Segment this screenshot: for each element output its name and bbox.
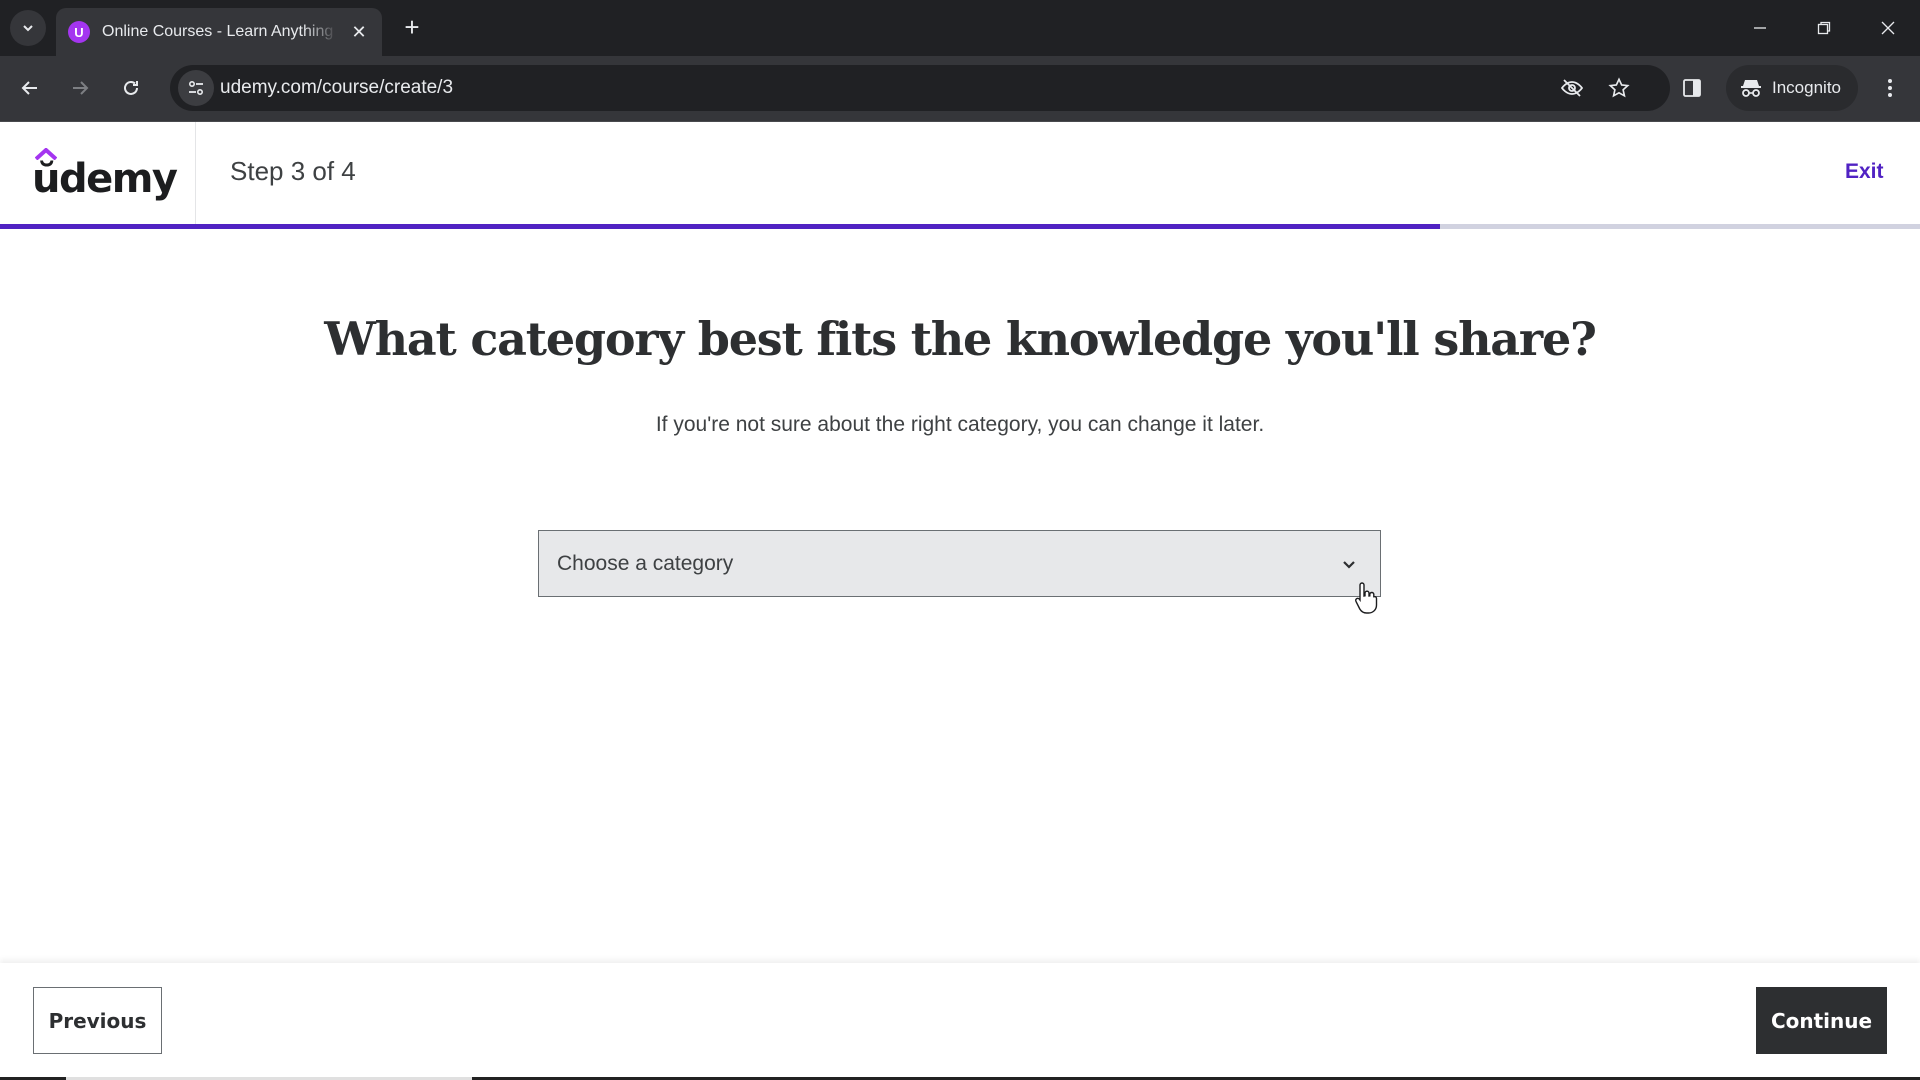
chevron-down-icon — [23, 25, 33, 32]
progress-bar — [0, 224, 1920, 229]
window-close-button[interactable] — [1856, 0, 1920, 56]
browser-toolbar: udemy.com/course/create/3 Incognito — [0, 56, 1920, 122]
continue-button[interactable]: Continue — [1756, 987, 1887, 1054]
header-divider — [195, 122, 196, 224]
category-select[interactable]: Choose a category — [538, 530, 1381, 597]
incognito-indicator[interactable]: Incognito — [1726, 65, 1858, 111]
progress-bar-fill — [0, 224, 1440, 229]
restore-icon — [1817, 21, 1831, 35]
eye-off-icon — [1560, 79, 1584, 97]
udemy-logo[interactable]: ŭdemy — [32, 146, 178, 202]
page-title: What category best fits the knowledge yo… — [324, 312, 1597, 366]
page-header: ŭdemy Step 3 of 4 Exit — [0, 122, 1920, 224]
incognito-icon — [1741, 80, 1761, 97]
new-tab-button[interactable]: + — [396, 12, 428, 44]
tracking-protection-button[interactable] — [1558, 74, 1586, 102]
back-button[interactable] — [10, 68, 50, 108]
side-panel-icon — [1683, 79, 1701, 97]
minimize-icon — [1754, 27, 1766, 29]
hand-cursor-icon — [1354, 582, 1378, 614]
previous-button[interactable]: Previous — [33, 987, 162, 1054]
close-icon[interactable]: ✕ — [348, 22, 370, 43]
tab-title: Online Courses - Learn Anything — [102, 23, 334, 40]
address-bar[interactable]: udemy.com/course/create/3 — [170, 65, 1670, 111]
site-info-button[interactable] — [178, 70, 214, 106]
reload-button[interactable] — [111, 68, 151, 108]
tab-list-button[interactable] — [10, 10, 46, 46]
star-icon — [1608, 77, 1630, 98]
minimize-button[interactable] — [1728, 0, 1792, 56]
bookmark-button[interactable] — [1605, 74, 1633, 102]
side-panel-button[interactable] — [1672, 68, 1712, 108]
chevron-down-icon — [1343, 561, 1355, 569]
browser-tab-strip: U Online Courses - Learn Anything ✕ + — [0, 0, 1920, 56]
logo-text: ŭdemy — [32, 156, 178, 202]
close-icon — [1881, 21, 1895, 35]
step-indicator: Step 3 of 4 — [230, 156, 356, 186]
incognito-label: Incognito — [1772, 78, 1841, 97]
url-text[interactable]: udemy.com/course/create/3 — [220, 77, 453, 99]
more-vert-icon — [1888, 79, 1892, 97]
udemy-favicon-icon: U — [68, 21, 90, 43]
forward-button[interactable] — [60, 68, 100, 108]
exit-link[interactable]: Exit — [1845, 160, 1884, 184]
arrow-right-icon — [73, 81, 89, 95]
browser-tab-active[interactable]: U Online Courses - Learn Anything ✕ — [56, 8, 382, 56]
tune-icon — [188, 80, 204, 96]
arrow-left-icon — [21, 81, 37, 95]
restore-button[interactable] — [1792, 0, 1856, 56]
reload-icon — [124, 80, 138, 95]
category-select-value: Choose a category — [557, 551, 734, 575]
browser-menu-button[interactable] — [1872, 68, 1908, 108]
page-footer: Previous Continue — [0, 963, 1920, 1080]
page-subtitle: If you're not sure about the right categ… — [655, 413, 1265, 436]
